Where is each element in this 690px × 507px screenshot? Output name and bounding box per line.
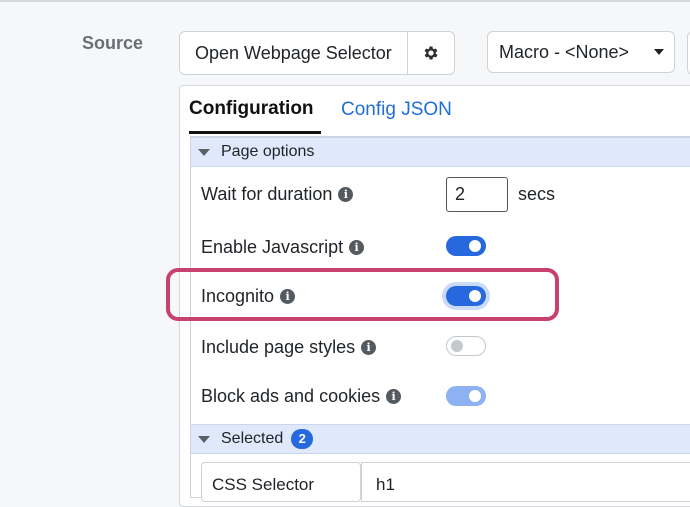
collapse-triangle-icon	[198, 148, 210, 156]
caret-down-icon	[654, 49, 664, 55]
block-ads-toggle[interactable]	[446, 386, 486, 406]
gear-icon	[424, 46, 438, 60]
enable-javascript-text: Enable Javascript	[201, 237, 344, 257]
include-page-styles-label: Include page styles i	[201, 337, 377, 358]
settings-button[interactable]	[408, 32, 454, 74]
active-tab-indicator	[189, 131, 321, 134]
block-ads-label: Block ads and cookies i	[201, 386, 402, 407]
wait-duration-text: Wait for duration	[201, 184, 333, 204]
incognito-highlight-annotation	[166, 268, 559, 321]
info-icon[interactable]: i	[361, 340, 377, 355]
toggle-knob	[469, 390, 481, 402]
selector-button-group: Open Webpage Selector	[179, 31, 455, 75]
open-webpage-selector-button[interactable]: Open Webpage Selector	[180, 32, 408, 74]
selector-value-input[interactable]: h1	[361, 462, 690, 502]
toggle-knob	[451, 340, 463, 352]
tab-configuration[interactable]: Configuration	[189, 98, 314, 120]
macro-select[interactable]: Macro - <None>	[487, 31, 675, 73]
collapse-triangle-icon	[198, 435, 210, 443]
page-options-title: Page options	[221, 143, 315, 160]
include-page-styles-text: Include page styles	[201, 337, 356, 357]
wait-duration-input[interactable]: 2	[446, 177, 508, 212]
top-divider	[0, 0, 690, 2]
selected-header[interactable]: Selected 2	[191, 424, 690, 454]
wait-duration-unit: secs	[518, 184, 556, 204]
info-icon[interactable]: i	[349, 240, 365, 255]
source-label: Source	[82, 33, 144, 53]
page-options-header[interactable]: Page options	[191, 137, 690, 167]
info-icon[interactable]: i	[386, 389, 402, 404]
enable-javascript-label: Enable Javascript i	[201, 237, 365, 258]
macro-select-value: Macro - <None>	[499, 41, 630, 62]
wait-duration-label: Wait for duration i	[201, 184, 354, 205]
tab-config-json[interactable]: Config JSON	[341, 99, 452, 121]
enable-javascript-toggle[interactable]	[446, 236, 486, 256]
include-page-styles-toggle[interactable]	[446, 336, 486, 356]
toggle-knob	[469, 240, 481, 252]
selected-count-badge: 2	[291, 429, 314, 449]
selector-type-select[interactable]: CSS Selector	[201, 462, 361, 502]
block-ads-text: Block ads and cookies	[201, 386, 381, 406]
info-icon[interactable]: i	[338, 187, 354, 202]
selected-title: Selected	[221, 430, 284, 447]
